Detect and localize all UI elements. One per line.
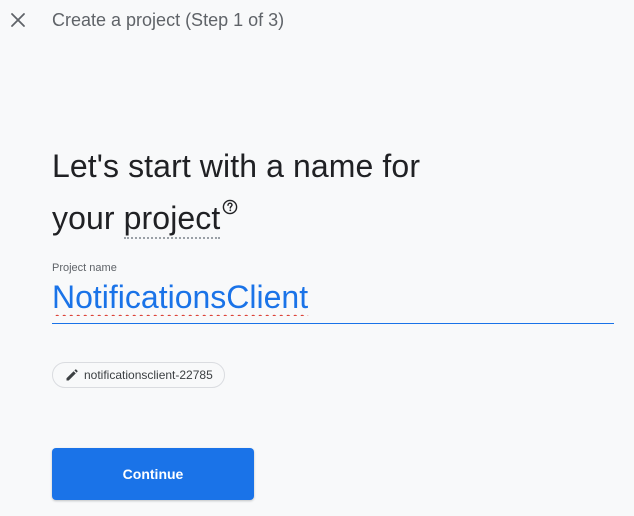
project-term-tooltip[interactable]: project xyxy=(123,200,221,239)
page-heading: Let's start with a name for your project xyxy=(52,140,592,244)
project-name-label: Project name xyxy=(52,262,117,274)
close-icon xyxy=(10,12,26,28)
pencil-icon xyxy=(65,368,78,382)
top-bar: Create a project (Step 1 of 3) xyxy=(0,0,634,44)
help-circle-icon[interactable] xyxy=(222,199,238,215)
project-id-text: notificationsclient-22785 xyxy=(84,368,213,382)
continue-button[interactable]: Continue xyxy=(52,448,254,500)
heading-line-1: Let's start with a name for xyxy=(52,148,421,184)
heading-line-2-prefix: your xyxy=(52,200,124,236)
heading-line-2: your project xyxy=(52,192,592,244)
project-id-chip[interactable]: notificationsclient-22785 xyxy=(52,362,225,388)
project-name-field: Project name xyxy=(52,262,614,324)
close-button[interactable] xyxy=(6,8,30,32)
step-title: Create a project (Step 1 of 3) xyxy=(52,10,285,30)
project-name-input[interactable] xyxy=(52,278,614,324)
